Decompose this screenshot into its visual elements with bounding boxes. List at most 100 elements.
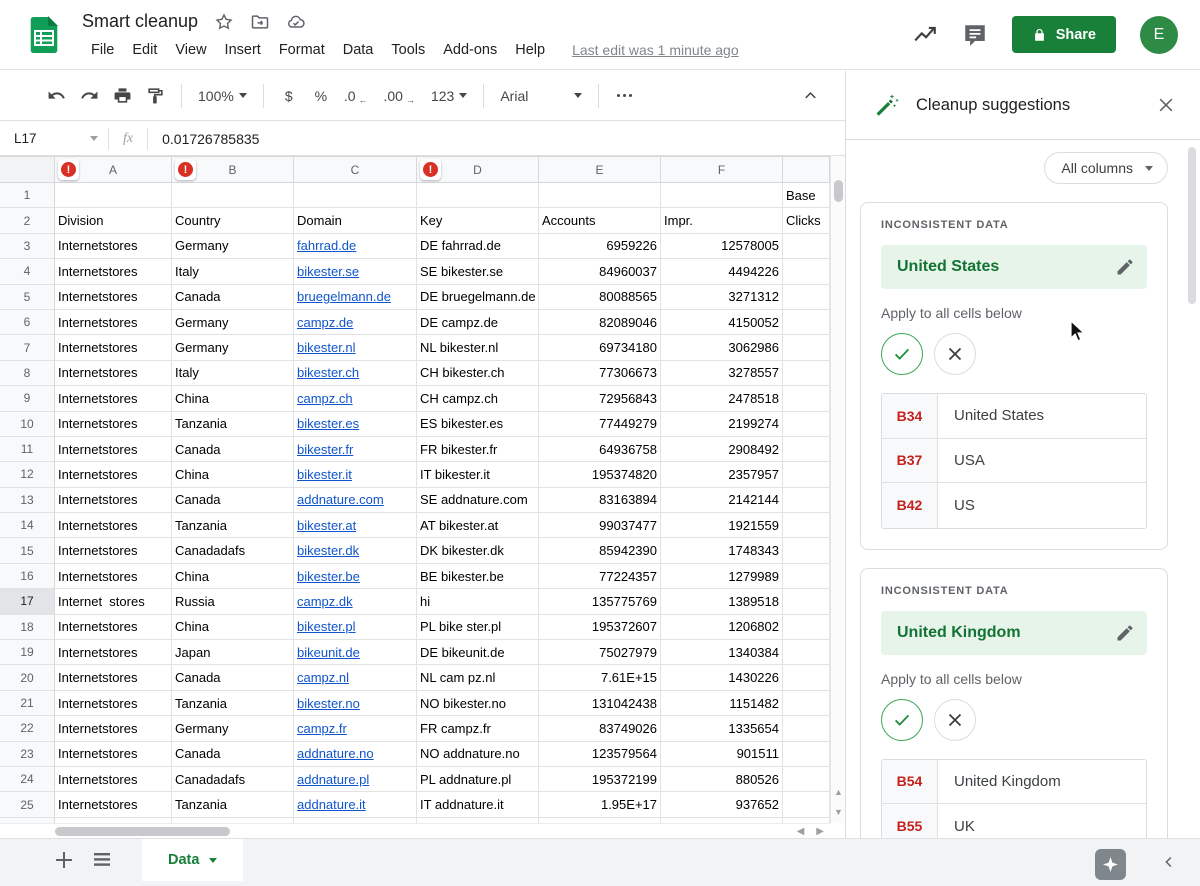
grid-cell[interactable]: Canadadafs xyxy=(172,538,294,563)
grid-cell[interactable]: 3271312 xyxy=(661,285,783,310)
avatar[interactable]: E xyxy=(1140,16,1178,54)
grid-cell[interactable]: CH campz.ch xyxy=(417,386,539,411)
row-header-4[interactable]: 4 xyxy=(0,259,55,284)
grid-cell[interactable]: addnature.pl xyxy=(294,767,417,792)
grid-cell[interactable]: 72956843 xyxy=(539,386,661,411)
grid-cell[interactable] xyxy=(783,285,830,310)
grid-cell[interactable]: 195372607 xyxy=(539,615,661,640)
column-header-A[interactable]: !A xyxy=(55,156,172,183)
grid-cell[interactable]: 3278557 xyxy=(661,361,783,386)
grid-cell[interactable]: AT bikester.at xyxy=(417,513,539,538)
cell-hyperlink[interactable]: bruegelmann.de xyxy=(297,289,391,304)
grid-cell[interactable]: Internetstores xyxy=(55,412,172,437)
row-header-6[interactable]: 6 xyxy=(0,310,55,335)
grid-cell[interactable]: 2908492 xyxy=(661,437,783,462)
grid-cell[interactable] xyxy=(783,640,830,665)
grid-cell[interactable]: 2142144 xyxy=(661,488,783,513)
grid-cell[interactable]: 2357957 xyxy=(661,462,783,487)
row-header-19[interactable]: 19 xyxy=(0,640,55,665)
row-header-20[interactable]: 20 xyxy=(0,665,55,690)
number-format-button[interactable]: 123 xyxy=(424,80,474,112)
grid-cell[interactable]: 195372199 xyxy=(539,767,661,792)
cell-hyperlink[interactable]: bikester.at xyxy=(297,518,356,533)
grid-cell[interactable]: Internetstores xyxy=(55,665,172,690)
grid-cell[interactable]: Canada xyxy=(172,488,294,513)
grid-cell[interactable]: 85942390 xyxy=(539,538,661,563)
document-title[interactable]: Smart cleanup xyxy=(82,11,198,32)
grid-cell[interactable]: Domain xyxy=(294,208,417,233)
grid-cell[interactable]: FR bikester.fr xyxy=(417,437,539,462)
grid-cell[interactable]: Japan xyxy=(172,640,294,665)
grid-cell[interactable] xyxy=(661,183,783,208)
grid-cell[interactable]: 1340384 xyxy=(661,640,783,665)
grid-cell[interactable] xyxy=(783,437,830,462)
grid-cell[interactable]: DE fahrrad.de xyxy=(417,234,539,259)
cell-hyperlink[interactable]: fahrrad.de xyxy=(297,238,356,253)
menu-edit[interactable]: Edit xyxy=(123,42,166,58)
row-header-15[interactable]: 15 xyxy=(0,538,55,563)
cell-reference[interactable]: B42 xyxy=(882,483,938,528)
row-header-9[interactable]: 9 xyxy=(0,386,55,411)
grid-cell[interactable]: Internetstores xyxy=(55,234,172,259)
row-header-12[interactable]: 12 xyxy=(0,462,55,487)
column-header-C[interactable]: C xyxy=(294,156,417,183)
grid-cell[interactable]: 1430226 xyxy=(661,665,783,690)
grid-cell[interactable]: Internetstores xyxy=(55,742,172,767)
grid-cell[interactable]: Internetstores xyxy=(55,767,172,792)
grid-cell[interactable]: 1279989 xyxy=(661,564,783,589)
grid-cell[interactable]: bruegelmann.de xyxy=(294,285,417,310)
grid-cell[interactable]: Internetstores xyxy=(55,462,172,487)
cell-hyperlink[interactable]: bikester.fr xyxy=(297,442,353,457)
grid-cell[interactable]: 7.61E+15 xyxy=(539,665,661,690)
grid-cell[interactable]: SE addnature.com xyxy=(417,488,539,513)
grid-cell[interactable]: CH bikester.ch xyxy=(417,361,539,386)
font-family-select[interactable]: Arial xyxy=(493,80,589,112)
name-box[interactable]: L17 xyxy=(0,131,108,146)
row-header-23[interactable]: 23 xyxy=(0,742,55,767)
grid-cell[interactable]: 2199274 xyxy=(661,412,783,437)
cell-reference[interactable]: B54 xyxy=(882,760,938,804)
grid-cell[interactable]: fahrrad.de xyxy=(294,234,417,259)
grid-cell[interactable]: Internetstores xyxy=(55,792,172,817)
grid-cell[interactable]: addnature.com xyxy=(294,488,417,513)
row-header-13[interactable]: 13 xyxy=(0,488,55,513)
row-header-11[interactable]: 11 xyxy=(0,437,55,462)
grid-cell[interactable]: bikester.ch xyxy=(294,361,417,386)
grid-cell[interactable]: 77224357 xyxy=(539,564,661,589)
cleanup-warning-icon[interactable]: ! xyxy=(58,159,79,180)
add-sheet-icon[interactable] xyxy=(52,848,76,872)
grid-cell[interactable]: Canada xyxy=(172,437,294,462)
grid-cell[interactable]: 64936758 xyxy=(539,437,661,462)
grid-cell[interactable]: 82089046 xyxy=(539,310,661,335)
scroll-left-icon[interactable]: ◀ xyxy=(797,826,805,837)
grid-cell[interactable]: Canada xyxy=(172,742,294,767)
grid-cell[interactable]: 1.95E+17 xyxy=(539,792,661,817)
grid-cell[interactable]: 880526 xyxy=(661,767,783,792)
cell-hyperlink[interactable]: bikeunit.de xyxy=(297,645,360,660)
row-header-21[interactable]: 21 xyxy=(0,691,55,716)
edit-icon[interactable] xyxy=(1115,257,1135,277)
cell-hyperlink[interactable]: addnature.com xyxy=(297,492,384,507)
grid-cell[interactable] xyxy=(783,589,830,614)
grid-cell[interactable]: Canada xyxy=(172,285,294,310)
grid-cell[interactable]: 4150052 xyxy=(661,310,783,335)
grid-cell[interactable] xyxy=(783,716,830,741)
grid-cell[interactable]: Internetstores xyxy=(55,615,172,640)
menu-data[interactable]: Data xyxy=(334,42,383,58)
collapse-panel-icon[interactable] xyxy=(1160,853,1178,871)
grid-cell[interactable]: campz.nl xyxy=(294,665,417,690)
grid-cell[interactable]: 1151482 xyxy=(661,691,783,716)
grid-cell[interactable]: Internet stores xyxy=(55,589,172,614)
grid-cell[interactable]: bikester.dk xyxy=(294,538,417,563)
accept-button[interactable] xyxy=(881,699,923,741)
grid-cell[interactable]: 937652 xyxy=(661,792,783,817)
grid-cell[interactable]: Germany xyxy=(172,310,294,335)
grid-cell[interactable]: 84960037 xyxy=(539,259,661,284)
explore-button[interactable] xyxy=(1095,849,1126,880)
menu-file[interactable]: File xyxy=(82,42,123,58)
grid-cell[interactable] xyxy=(783,742,830,767)
row-header-3[interactable]: 3 xyxy=(0,234,55,259)
grid-cell[interactable]: addnature.it xyxy=(294,792,417,817)
cleanup-warning-icon[interactable]: ! xyxy=(175,159,196,180)
grid-cell[interactable]: 1335654 xyxy=(661,716,783,741)
